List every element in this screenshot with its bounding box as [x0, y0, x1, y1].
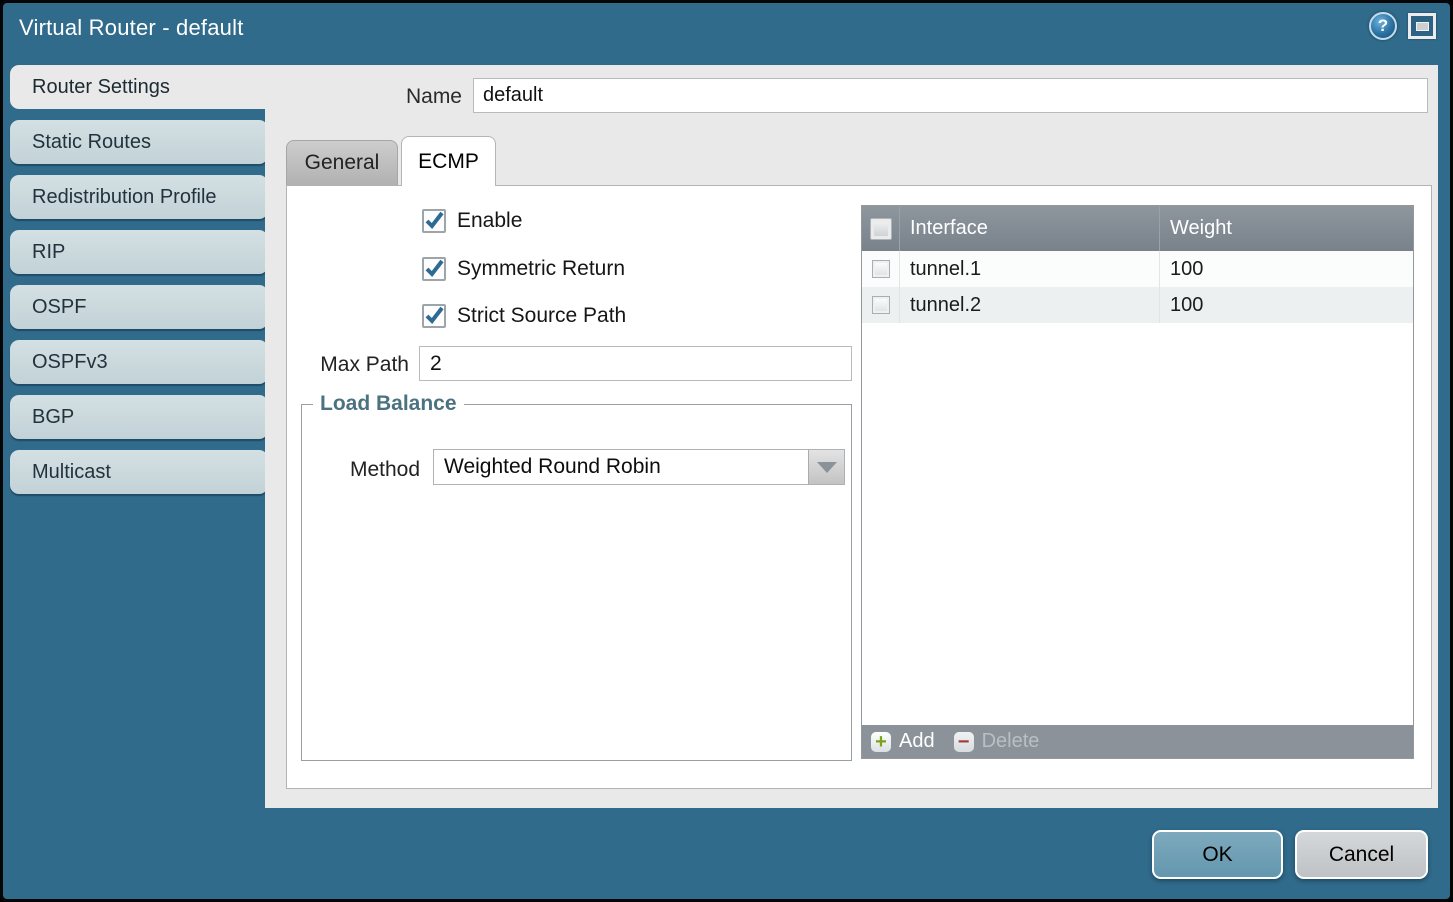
virtual-router-dialog: Virtual Router - default ? Router Settin…	[0, 0, 1453, 902]
window-restore-icon[interactable]	[1408, 13, 1436, 39]
table-header: Interface Weight	[862, 206, 1413, 251]
name-label: Name	[362, 85, 462, 109]
table-empty-area	[862, 323, 1413, 725]
row-checkbox[interactable]	[872, 260, 890, 278]
strict-source-path-checkbox[interactable]	[422, 304, 446, 328]
row-checkbox-cell	[862, 260, 899, 278]
sidebar-item-bgp[interactable]: BGP	[10, 395, 268, 439]
cell-weight: 100	[1159, 251, 1413, 287]
symmetric-return-label: Symmetric Return	[457, 257, 625, 281]
sidebar-item-redistribution-profile[interactable]: Redistribution Profile	[10, 175, 268, 219]
table-header-checkbox-cell	[862, 206, 899, 251]
enable-label: Enable	[457, 209, 522, 233]
window-restore-inner	[1416, 22, 1429, 31]
load-balance-legend: Load Balance	[313, 392, 464, 416]
delete-button-label: Delete	[982, 730, 1040, 753]
ok-button[interactable]: OK	[1152, 830, 1283, 879]
main-panel: Name General ECMP Enable Symm	[265, 65, 1438, 808]
method-label: Method	[302, 458, 420, 482]
plus-icon: +	[870, 731, 892, 753]
help-icon[interactable]: ?	[1369, 12, 1397, 40]
chevron-down-icon	[817, 462, 837, 473]
sidebar-item-static-routes[interactable]: Static Routes	[10, 120, 268, 164]
dialog-title: Virtual Router - default	[19, 15, 244, 41]
row-checkbox[interactable]	[872, 296, 890, 314]
add-button[interactable]: + Add	[870, 730, 935, 753]
method-selected-value: Weighted Round Robin	[434, 450, 808, 484]
checkmark-icon	[424, 306, 444, 326]
enable-checkbox-row: Enable	[422, 209, 522, 233]
minus-icon: −	[953, 731, 975, 753]
sidebar-item-multicast[interactable]: Multicast	[10, 450, 268, 494]
max-path-input[interactable]	[419, 346, 852, 381]
name-input[interactable]	[473, 78, 1428, 113]
table-row[interactable]: tunnel.2 100	[862, 287, 1413, 323]
checkmark-icon	[424, 259, 444, 279]
method-dropdown-button[interactable]	[808, 450, 844, 484]
symmetric-return-checkbox[interactable]	[422, 257, 446, 281]
cancel-button[interactable]: Cancel	[1295, 830, 1428, 879]
delete-button[interactable]: − Delete	[953, 730, 1040, 753]
tab-ecmp[interactable]: ECMP	[401, 136, 496, 186]
enable-checkbox[interactable]	[422, 209, 446, 233]
column-header-interface[interactable]: Interface	[899, 206, 1159, 251]
cell-interface: tunnel.2	[899, 287, 1159, 323]
cell-interface: tunnel.1	[899, 251, 1159, 287]
add-button-label: Add	[899, 730, 935, 753]
select-all-checkbox[interactable]	[870, 218, 892, 240]
sidebar: Router Settings Static Routes Redistribu…	[10, 65, 268, 505]
sidebar-item-router-settings[interactable]: Router Settings	[10, 65, 273, 109]
table-toolbar: + Add − Delete	[862, 725, 1413, 758]
method-dropdown[interactable]: Weighted Round Robin	[433, 449, 845, 485]
row-checkbox-cell	[862, 296, 899, 314]
max-path-label: Max Path	[287, 353, 409, 377]
symmetric-return-checkbox-row: Symmetric Return	[422, 257, 625, 281]
cell-weight: 100	[1159, 287, 1413, 323]
checkmark-icon	[424, 211, 444, 231]
sidebar-item-ospf[interactable]: OSPF	[10, 285, 268, 329]
sidebar-item-ospfv3[interactable]: OSPFv3	[10, 340, 268, 384]
load-balance-group: Load Balance Method Weighted Round Robin	[301, 392, 852, 761]
ecmp-tab-content: Enable Symmetric Return Strict Source Pa…	[286, 185, 1432, 789]
ecmp-interface-table: Interface Weight tunnel.1 100 tunnel.2 1…	[861, 205, 1414, 759]
column-header-weight[interactable]: Weight	[1159, 206, 1413, 251]
strict-source-path-checkbox-row: Strict Source Path	[422, 304, 626, 328]
strict-source-path-label: Strict Source Path	[457, 304, 626, 328]
tab-general[interactable]: General	[286, 140, 398, 185]
sidebar-item-rip[interactable]: RIP	[10, 230, 268, 274]
table-row[interactable]: tunnel.1 100	[862, 251, 1413, 287]
